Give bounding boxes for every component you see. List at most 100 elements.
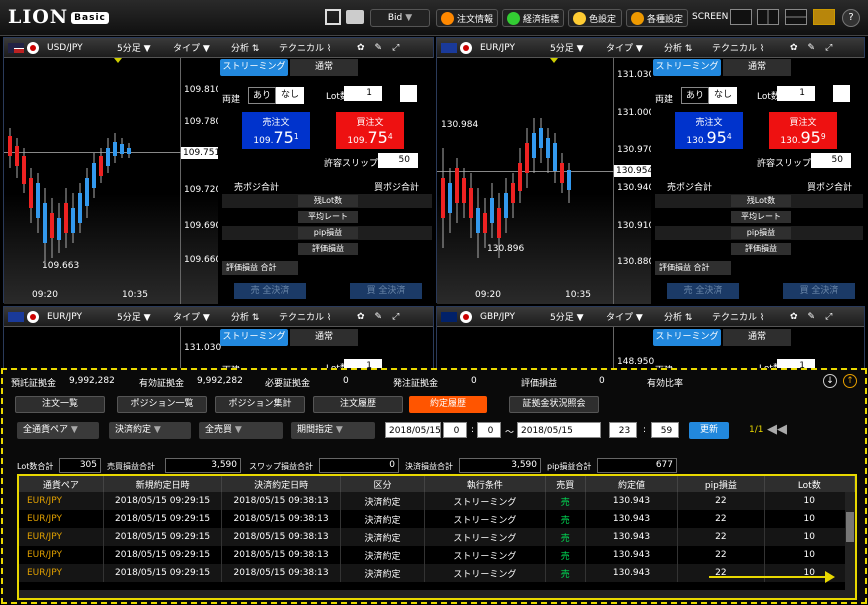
both-no-button[interactable]: なし	[709, 87, 737, 104]
to-minute-select[interactable]: 59	[651, 422, 679, 438]
buy-close-all-button[interactable]: 買 全決済	[783, 283, 855, 299]
analysis-button[interactable]: 分析 ⇅	[659, 310, 707, 323]
pin-icon[interactable]: ✎	[803, 43, 821, 53]
tab-normal[interactable]: 通常	[290, 329, 358, 346]
kind-filter-select[interactable]: 決済約定 ▼	[109, 422, 191, 439]
price-select[interactable]: Bid ▼	[370, 9, 430, 27]
tab-margin-status[interactable]: 証拠金状況照会	[509, 396, 599, 413]
home-icon[interactable]	[325, 9, 341, 25]
sell-close-all-button[interactable]: 売 全決済	[234, 283, 306, 299]
table-row[interactable]: EUR/JPY 2018/05/15 09:29:15 2018/05/15 09:…	[19, 564, 855, 582]
interval-select[interactable]: 5分足 ▼	[545, 310, 601, 323]
column-header[interactable]: pip損益	[677, 476, 765, 492]
pair-label[interactable]: EUR/JPY	[42, 312, 112, 322]
keypad-icon[interactable]	[833, 85, 850, 102]
settings-button[interactable]: 各種設定	[626, 9, 688, 27]
tab-position-list[interactable]: ポジション一覧	[117, 396, 207, 413]
technical-button[interactable]: テクニカル ⌇	[707, 41, 785, 54]
table-row[interactable]: EUR/JPY 2018/05/15 09:29:15 2018/05/15 09:…	[19, 492, 855, 510]
period-filter-select[interactable]: 期間指定 ▼	[291, 422, 375, 439]
column-header[interactable]: 決済約定日時	[221, 476, 341, 492]
tab-streaming[interactable]: ストリーミング	[220, 59, 288, 76]
pin-icon[interactable]: ✎	[370, 312, 388, 322]
lot-input[interactable]: 1	[344, 86, 382, 101]
expand-icon[interactable]: ⤢	[820, 312, 837, 322]
column-header[interactable]: Lot数	[764, 476, 855, 492]
layout-quad-icon[interactable]	[813, 9, 835, 25]
interval-select[interactable]: 5分足 ▼	[112, 41, 168, 54]
price-chart[interactable]: 109.810 109.780 109.751 109.720 109.690 …	[4, 58, 218, 304]
expand-icon[interactable]: ⤢	[387, 43, 404, 53]
to-date-input[interactable]: 2018/05/15	[517, 422, 601, 438]
tab-streaming[interactable]: ストリーミング	[220, 329, 288, 346]
order-info-button[interactable]: 注文情報	[436, 9, 498, 27]
to-hour-select[interactable]: 23	[609, 422, 637, 438]
slip-input[interactable]: 50	[378, 153, 418, 168]
analysis-button[interactable]: 分析 ⇅	[226, 310, 274, 323]
type-select[interactable]: タイプ ▼	[168, 41, 226, 54]
palette-icon[interactable]: ✿	[785, 43, 803, 53]
tab-execution-history[interactable]: 約定履歴	[409, 396, 487, 413]
side-filter-select[interactable]: 全売買 ▼	[199, 422, 283, 439]
both-no-button[interactable]: なし	[276, 87, 304, 104]
pin-icon[interactable]: ✎	[370, 43, 388, 53]
tab-position-summary[interactable]: ポジション集計	[215, 396, 305, 413]
refresh-button[interactable]: 更新	[689, 422, 729, 439]
expand-icon[interactable]: ⤢	[820, 43, 837, 53]
tab-normal[interactable]: 通常	[723, 329, 791, 346]
buy-close-all-button[interactable]: 買 全決済	[350, 283, 422, 299]
tab-normal[interactable]: 通常	[290, 59, 358, 76]
layout-split-h-icon[interactable]	[785, 9, 807, 25]
pair-label[interactable]: EUR/JPY	[475, 43, 545, 53]
technical-button[interactable]: テクニカル ⌇	[274, 41, 352, 54]
both-yes-button[interactable]: あり	[248, 87, 276, 104]
pair-label[interactable]: USD/JPY	[42, 43, 112, 53]
keypad-icon[interactable]	[400, 85, 417, 102]
technical-button[interactable]: テクニカル ⌇	[274, 310, 352, 323]
scroll-down-icon[interactable]: ↓	[823, 374, 837, 388]
column-header[interactable]: 売買	[545, 476, 586, 492]
analysis-button[interactable]: 分析 ⇅	[226, 41, 274, 54]
both-yes-button[interactable]: あり	[681, 87, 709, 104]
pair-label[interactable]: GBP/JPY	[475, 312, 545, 322]
color-settings-button[interactable]: 色設定	[568, 9, 622, 27]
column-header[interactable]: 区分	[340, 476, 426, 492]
table-row[interactable]: EUR/JPY 2018/05/15 09:29:15 2018/05/15 09:…	[19, 528, 855, 546]
pin-icon[interactable]: ✎	[803, 312, 821, 322]
analysis-button[interactable]: 分析 ⇅	[659, 41, 707, 54]
price-chart[interactable]: 131.030 131.000 130.970 130.954 130.940 …	[437, 58, 651, 304]
lot-input[interactable]: 1	[777, 86, 815, 101]
column-header[interactable]: 執行条件	[424, 476, 546, 492]
pair-filter-select[interactable]: 全通貨ペア ▼	[17, 422, 99, 439]
palette-icon[interactable]: ✿	[785, 312, 803, 322]
column-header[interactable]: 約定値	[585, 476, 679, 492]
type-select[interactable]: タイプ ▼	[601, 41, 659, 54]
sell-order-button[interactable]: 売注文 130.954	[675, 112, 743, 149]
layout-single-icon[interactable]	[730, 9, 752, 25]
from-date-input[interactable]: 2018/05/15	[385, 422, 441, 438]
scroll-up-icon[interactable]: ↑	[843, 374, 857, 388]
column-header[interactable]: 新規約定日時	[103, 476, 223, 492]
help-icon[interactable]: ?	[842, 9, 860, 27]
buy-order-button[interactable]: 買注文 130.959	[769, 112, 837, 149]
type-select[interactable]: タイプ ▼	[601, 310, 659, 323]
layout-split-v-icon[interactable]	[757, 9, 779, 25]
interval-select[interactable]: 5分足 ▼	[545, 41, 601, 54]
tab-order-list[interactable]: 注文一覧	[15, 396, 105, 413]
expand-icon[interactable]: ⤢	[387, 312, 404, 322]
buy-order-button[interactable]: 買注文 109.754	[336, 112, 404, 149]
tab-streaming[interactable]: ストリーミング	[653, 59, 721, 76]
palette-icon[interactable]: ✿	[352, 43, 370, 53]
type-select[interactable]: タイプ ▼	[168, 310, 226, 323]
prev-page-icon[interactable]: ◀◀	[767, 422, 787, 437]
tab-normal[interactable]: 通常	[723, 59, 791, 76]
from-minute-select[interactable]: 0	[477, 422, 501, 438]
sell-close-all-button[interactable]: 売 全決済	[667, 283, 739, 299]
interval-select[interactable]: 5分足 ▼	[112, 310, 168, 323]
column-header[interactable]: 通貨ペア	[19, 476, 104, 492]
econ-indicator-button[interactable]: 経済指標	[502, 9, 564, 27]
vertical-scrollbar[interactable]	[845, 492, 855, 598]
tab-streaming[interactable]: ストリーミング	[653, 329, 721, 346]
horizontal-scrollbar[interactable]	[19, 590, 847, 598]
technical-button[interactable]: テクニカル ⌇	[707, 310, 785, 323]
